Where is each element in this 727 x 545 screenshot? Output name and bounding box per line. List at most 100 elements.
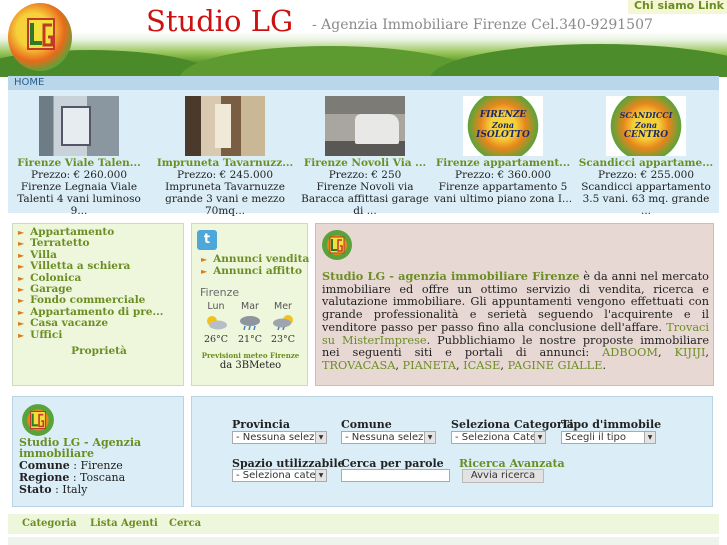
site-header: Studio LG - Agenzia Immobiliare Firenze …	[0, 0, 727, 77]
listing-photo[interactable]: SCANDICCI Zona CENTRO	[606, 96, 686, 156]
listing-description: Firenze appartamento 5 vani ultimo piano…	[433, 181, 573, 205]
proprieta-link[interactable]: Proprietà	[13, 345, 185, 357]
bullet-arrow-icon: ►	[18, 329, 25, 340]
meteo-source: da 3BMeteo	[219, 360, 282, 371]
site-logo[interactable]	[8, 3, 72, 71]
footer-link-categoria[interactable]: Categoria	[22, 518, 77, 529]
portal-link-adboom[interactable]: ADBOOM	[602, 346, 658, 359]
about-text: Studio LG - agenzia immobiliare Firenze …	[322, 269, 709, 372]
comune-select[interactable]: - Nessuna selez ▼	[341, 431, 436, 444]
bullet-arrow-icon: ►	[18, 261, 25, 272]
listing-title[interactable]: Firenze Viale Talen...	[9, 157, 149, 169]
agency-name[interactable]: Studio LG - Agenzia immobiliare	[19, 437, 159, 459]
spazio-select[interactable]: - Seleziona cate ▼	[232, 469, 327, 482]
listing-price: Prezzo: € 245.000	[177, 169, 273, 181]
category-label[interactable]: Appartamento di pre...	[30, 306, 163, 318]
listing-title[interactable]: Firenze Novoli Via ...	[295, 157, 435, 169]
category-label[interactable]: Appartamento	[30, 226, 114, 238]
bullet-arrow-icon: ►	[18, 249, 25, 260]
weather-temp: 21°C	[237, 334, 263, 345]
zone-badge-zona: Zona	[634, 120, 658, 130]
listing-title[interactable]: Scandicci appartame...	[576, 157, 716, 169]
category-label[interactable]: Colonica	[30, 272, 81, 284]
footer-link-lista-agenti[interactable]: Lista Agenti	[90, 518, 158, 529]
category-label[interactable]: Uffici	[30, 329, 62, 341]
category-label[interactable]: Fondo commerciale	[30, 294, 145, 306]
listing-photo[interactable]	[325, 96, 405, 156]
listing-price: Prezzo: € 260.000	[31, 169, 127, 181]
footer-link-cerca[interactable]: Cerca	[169, 518, 201, 529]
category-label[interactable]: Villa	[30, 249, 57, 261]
listing-card[interactable]: Firenze Viale Talen... Prezzo: € 260.000…	[9, 96, 149, 217]
bullet-arrow-icon: ►	[18, 238, 25, 249]
site-title: Studio LG	[146, 4, 294, 38]
portal-link-kijiji[interactable]: KIJIJI	[675, 346, 706, 359]
bullet-arrow-icon: ►	[201, 254, 208, 264]
bullet-arrow-icon: ►	[18, 284, 25, 295]
site-subtitle: - Agenzia Immobiliare Firenze Cel.340-92…	[312, 17, 653, 33]
rain-cloud-icon	[240, 316, 260, 330]
bullet-arrow-icon: ►	[18, 318, 25, 329]
weather-temp: 26°C	[203, 334, 229, 345]
bullet-arrow-icon: ►	[18, 227, 25, 237]
listing-card[interactable]: FIRENZE Zona ISOLOTTO Firenze appartamen…	[433, 96, 573, 205]
bottom-strip	[8, 537, 719, 545]
categoria-value: - Seleziona Cate	[455, 432, 537, 443]
chevron-down-icon[interactable]: ▼	[424, 432, 435, 443]
agency-logo	[322, 230, 352, 260]
listing-description: Scandicci appartamento 3.5 vani. 63 mq. …	[581, 181, 711, 217]
about-panel: Studio LG - agenzia immobiliare Firenze …	[315, 223, 714, 386]
listing-photo[interactable]	[185, 96, 265, 156]
photo-detail	[61, 106, 91, 146]
spazio-value: - Seleziona cate	[236, 470, 316, 481]
listing-card[interactable]: Impruneta Tavarnuzz... Prezzo: € 245.000…	[155, 96, 295, 217]
annunci-affitto-link[interactable]: Annunci affitto	[213, 265, 302, 277]
portal-link-icase[interactable]: ICASE	[463, 359, 500, 372]
zone-badge-city: FIRENZE	[479, 110, 527, 120]
chevron-down-icon[interactable]: ▼	[644, 432, 655, 443]
twitter-icon[interactable]: t	[197, 230, 217, 250]
category-item[interactable]: ► Uffici	[18, 329, 163, 341]
meteo-caption-link[interactable]: Previsioni meteo Firenze	[192, 351, 309, 360]
category-label[interactable]: Garage	[30, 283, 72, 295]
listing-card[interactable]: Firenze Novoli Via ... Prezzo: € 250 Fir…	[295, 96, 435, 217]
chevron-down-icon[interactable]: ▼	[534, 432, 545, 443]
chevron-down-icon[interactable]: ▼	[315, 432, 326, 443]
listing-photo[interactable]	[39, 96, 119, 156]
portal-link-pagine-gialle[interactable]: PAGINE GIALLE	[508, 359, 603, 372]
agency-logo	[22, 404, 54, 436]
listing-photo[interactable]: FIRENZE Zona ISOLOTTO	[463, 96, 543, 156]
search-panel: Provincia - Nessuna selez ▼ Comune - Ness…	[191, 396, 713, 507]
weather-temp: 23°C	[270, 334, 296, 345]
listing-card[interactable]: SCANDICCI Zona CENTRO Scandicci appartam…	[576, 96, 716, 217]
header-hill	[430, 44, 727, 77]
portal-link-pianeta[interactable]: PIANETA	[403, 359, 456, 372]
chevron-down-icon[interactable]: ▼	[315, 470, 326, 481]
category-label[interactable]: Terratetto	[30, 237, 89, 249]
nav-home-link[interactable]: HOME	[14, 76, 44, 89]
annunci-affitto-item[interactable]: ► Annunci affitto	[201, 265, 302, 277]
zone-badge-area: CENTRO	[623, 130, 669, 140]
comune-label: Comune	[341, 418, 392, 431]
nav-bar: HOME	[8, 76, 719, 90]
chi-siamo-link[interactable]: Chi siamo Link	[627, 0, 727, 14]
weather-day: Mer	[274, 301, 292, 312]
portal-link-trovacasa[interactable]: TROVACASA	[322, 359, 395, 372]
categoria-select[interactable]: - Seleziona Cate ▼	[451, 431, 546, 444]
keyword-search-input[interactable]	[341, 469, 450, 482]
tipo-select[interactable]: Scegli il tipo ▼	[561, 431, 656, 444]
zone-badge-zona: Zona	[491, 120, 515, 130]
category-panel: ► Appartamento ► Terratetto ► Villa ► Villet…	[12, 223, 184, 386]
agency-stato-label: Stato	[19, 483, 52, 496]
listing-title[interactable]: Impruneta Tavarnuzz...	[155, 157, 295, 169]
category-label[interactable]: Villetta a schiera	[30, 260, 130, 272]
category-label[interactable]: Casa vacanze	[30, 317, 108, 329]
provincia-select[interactable]: - Nessuna selez ▼	[232, 431, 327, 444]
avvia-ricerca-button[interactable]: Avvia ricerca	[462, 469, 544, 483]
annunci-vendita-item[interactable]: ► Annunci vendita	[201, 253, 309, 265]
provincia-value: - Nessuna selez	[236, 432, 315, 443]
bullet-arrow-icon: ►	[18, 295, 25, 306]
annunci-weather-panel: t ► Annunci vendita ► Annunci affitto Fire…	[191, 223, 309, 386]
annunci-vendita-link[interactable]: Annunci vendita	[213, 253, 309, 265]
listing-title[interactable]: Firenze appartament...	[433, 157, 573, 169]
